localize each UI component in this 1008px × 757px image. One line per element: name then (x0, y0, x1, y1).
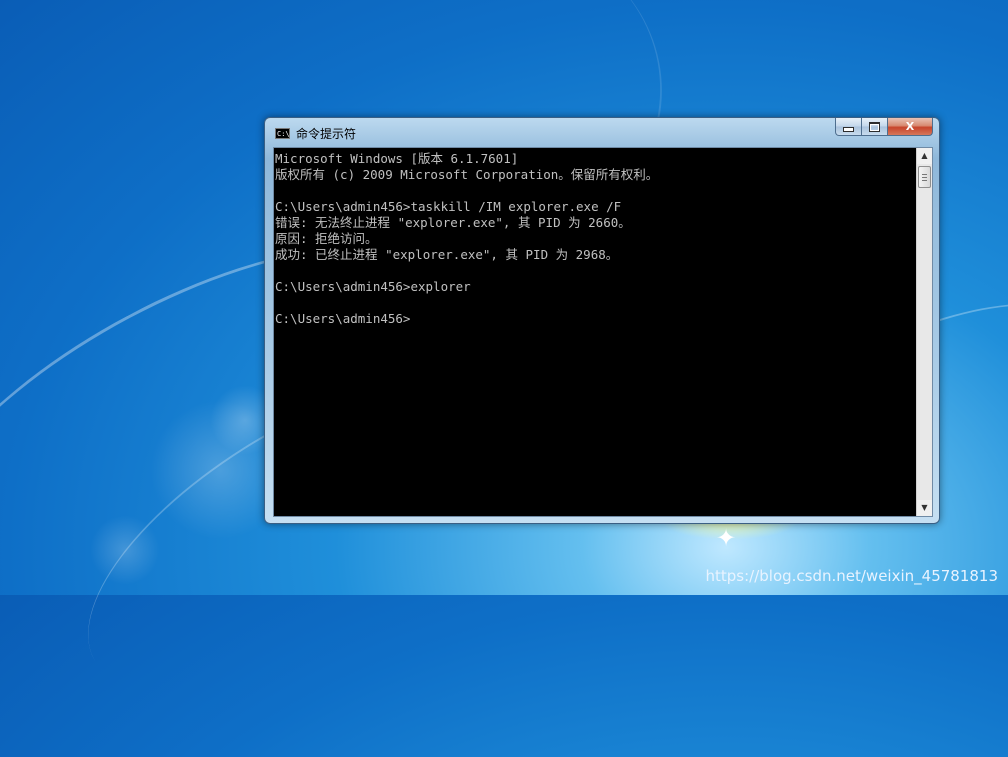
console-line: 原因: 拒绝访问。 (275, 231, 378, 246)
console-line: 版权所有 (c) 2009 Microsoft Corporation。保留所有… (275, 167, 659, 182)
minimize-icon (843, 127, 854, 132)
console-line: Microsoft Windows [版本 6.1.7601] (275, 151, 519, 166)
scroll-up-arrow-icon[interactable]: ▲ (917, 148, 932, 164)
close-button[interactable]: X (888, 118, 933, 136)
window-controls: X (835, 118, 933, 137)
grip-line (922, 180, 927, 181)
cmd-icon[interactable]: C:\ (275, 128, 290, 139)
console-line: 成功: 已终止进程 "explorer.exe", 其 PID 为 2968。 (275, 247, 619, 262)
maximize-icon (869, 121, 880, 132)
console-line: C:\Users\admin456>taskkill /IM explorer.… (275, 199, 622, 214)
grip-line (922, 177, 927, 178)
cmd-window[interactable]: C:\ 命令提示符 X Microsoft Windows [版本 6.1.76… (264, 117, 940, 524)
console-area[interactable]: Microsoft Windows [版本 6.1.7601] 版权所有 (c) … (273, 147, 933, 517)
window-titlebar[interactable]: C:\ 命令提示符 X (265, 118, 939, 146)
console-line: C:\Users\admin456>explorer (275, 279, 471, 294)
console-line: C:\Users\admin456> (275, 311, 411, 326)
console-line: 错误: 无法终止进程 "explorer.exe", 其 PID 为 2660。 (275, 215, 631, 230)
minimize-button[interactable] (835, 118, 862, 136)
maximize-button[interactable] (862, 118, 888, 136)
scrollbar-thumb[interactable] (918, 166, 931, 188)
vertical-scrollbar[interactable]: ▲ ▼ (916, 148, 932, 516)
console-output[interactable]: Microsoft Windows [版本 6.1.7601] 版权所有 (c) … (274, 148, 916, 516)
wallpaper-glow (90, 515, 160, 585)
sparkle-icon: ✦ (715, 524, 737, 552)
grip-line (922, 174, 927, 175)
watermark-text: https://blog.csdn.net/weixin_45781813 (705, 567, 998, 585)
close-icon: X (905, 120, 915, 133)
scroll-down-arrow-icon[interactable]: ▼ (917, 500, 932, 516)
window-title: 命令提示符 (296, 127, 357, 141)
